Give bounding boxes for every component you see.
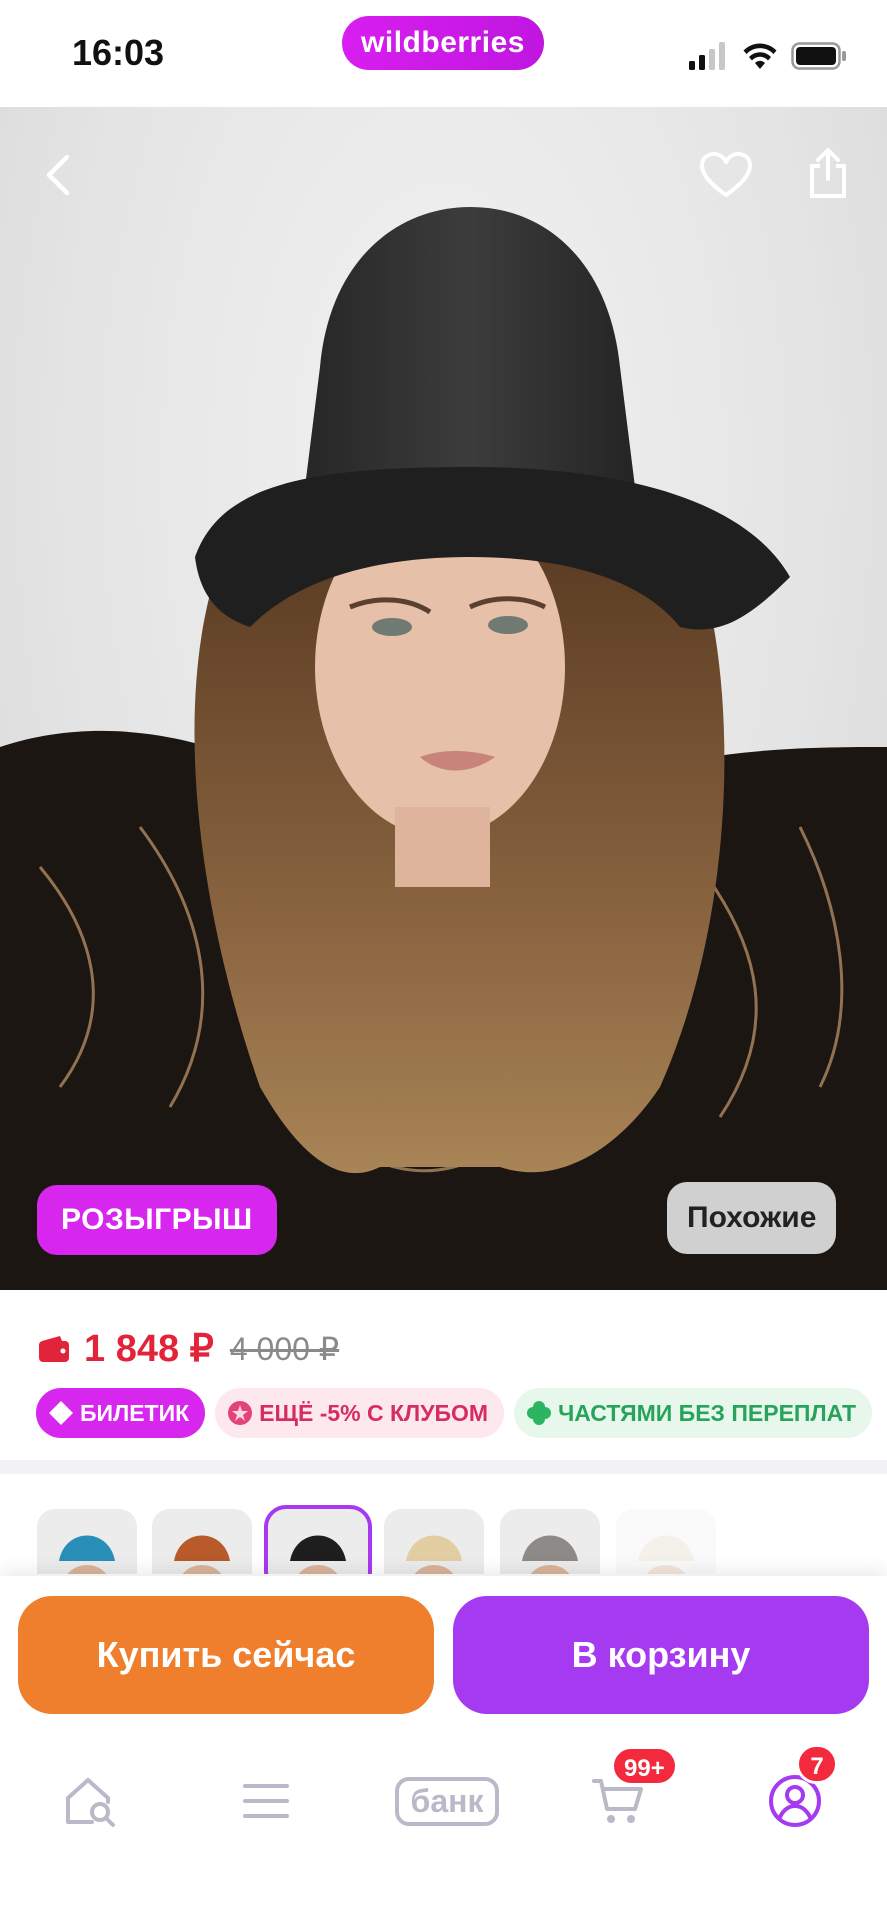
- current-price: 1 848 ₽: [84, 1328, 214, 1370]
- profile-count-badge: 7: [796, 1744, 838, 1784]
- heart-icon: [700, 152, 752, 197]
- clock: 16:03: [72, 32, 165, 73]
- variant-thumb[interactable]: [152, 1509, 252, 1574]
- status-bar: 16:03 wildberries: [0, 0, 887, 107]
- share-button[interactable]: [796, 141, 860, 205]
- club-star-icon: [227, 1400, 253, 1426]
- add-to-cart-button[interactable]: В корзину: [453, 1596, 869, 1714]
- clover-icon: [526, 1400, 552, 1426]
- cart-count-badge: 99+: [611, 1746, 678, 1786]
- tab-bar: банк 99+ 7: [0, 1744, 887, 1866]
- promo-chip-ticket[interactable]: БИЛЕТИК: [36, 1388, 206, 1438]
- old-price: 4 000 ₽: [229, 1330, 340, 1367]
- wallet-icon: [39, 1335, 69, 1362]
- promo-chips: БИЛЕТИК ЕЩЁ -5% С КЛУБОМ ЧАСТЯМИ БЕЗ ПЕР…: [36, 1388, 873, 1438]
- status-icons: [689, 40, 847, 72]
- tab-home[interactable]: [35, 1746, 145, 1856]
- variant-thumb[interactable]: [384, 1509, 484, 1574]
- section-divider: [0, 1460, 887, 1474]
- giveaway-badge[interactable]: РОЗЫГРЫШ: [37, 1185, 277, 1255]
- price-card: 1 848 ₽ 4 000 ₽ БИЛЕТИК ЕЩЁ -5% С КЛУБОМ…: [0, 1290, 887, 1460]
- variant-thumb[interactable]: [37, 1509, 137, 1574]
- tab-bank[interactable]: банк: [387, 1746, 507, 1856]
- promo-chip-label: БИЛЕТИК: [80, 1399, 190, 1426]
- promo-chip-club[interactable]: ЕЩЁ -5% С КЛУБОМ: [215, 1388, 505, 1438]
- buy-now-button[interactable]: Купить сейчас: [18, 1596, 434, 1714]
- promo-chip-label: ЧАСТЯМИ БЕЗ ПЕРЕПЛАТ: [558, 1399, 857, 1426]
- brand-logo: wildberries: [342, 16, 544, 70]
- home-search-icon: [66, 1778, 115, 1827]
- price-row: 1 848 ₽ 4 000 ₽: [38, 1326, 339, 1371]
- menu-icon: [243, 1784, 289, 1818]
- similar-button[interactable]: Похожие: [667, 1182, 837, 1254]
- promo-chip-installments[interactable]: ЧАСТЯМИ БЕЗ ПЕРЕПЛАТ: [514, 1388, 873, 1438]
- product-photo[interactable]: РОЗЫГРЫШ Похожие: [0, 107, 887, 1290]
- favorite-button[interactable]: [694, 143, 758, 207]
- bank-label: банк: [394, 1776, 500, 1826]
- signal-icon: [689, 42, 725, 70]
- product-image: [0, 207, 887, 1290]
- share-icon: [810, 148, 846, 198]
- variant-thumb[interactable]: [500, 1509, 600, 1574]
- bottom-action-sheet: Купить сейчас В корзину банк 99+ 7: [0, 1576, 887, 1920]
- tab-cart[interactable]: 99+: [563, 1746, 678, 1856]
- variant-thumb[interactable]: [616, 1509, 716, 1574]
- promo-chip-label: ЕЩЁ -5% С КЛУБОМ: [259, 1399, 489, 1426]
- ticket-icon: [48, 1400, 74, 1426]
- chevron-left-icon: [46, 154, 70, 196]
- battery-icon: [791, 42, 846, 70]
- tab-profile[interactable]: 7: [740, 1744, 850, 1856]
- color-variants: [0, 1474, 887, 1574]
- wifi-icon: [743, 43, 777, 69]
- back-button[interactable]: [26, 143, 90, 207]
- tab-catalog[interactable]: [211, 1746, 321, 1856]
- variant-thumb-selected[interactable]: [264, 1505, 372, 1574]
